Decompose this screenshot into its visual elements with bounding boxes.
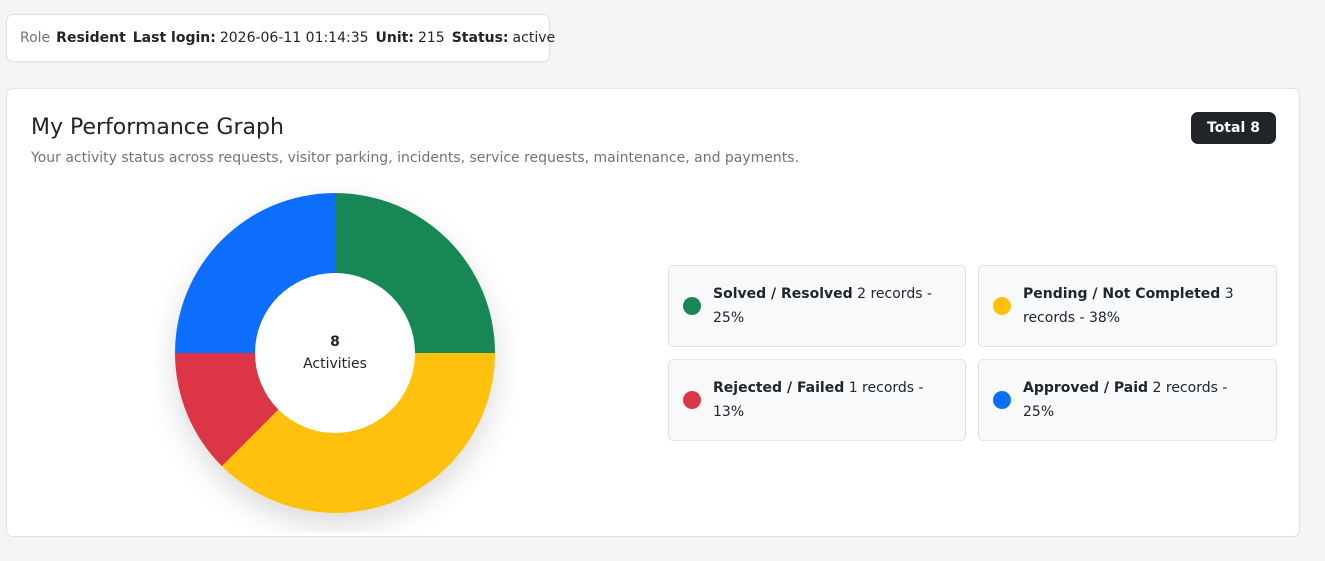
donut-center-number: 8 — [330, 334, 340, 350]
status-label: Status: — [451, 30, 509, 46]
last-login-value: 2026-06-11 01:14:35 — [219, 30, 369, 46]
legend-item-pending: Pending / Not Completed 3 records - 38% — [978, 265, 1277, 347]
total-badge-value: 8 — [1250, 120, 1260, 136]
legend-item-approved: Approved / Paid 2 records - 25% — [978, 359, 1277, 441]
donut-chart: 8 Activities — [155, 173, 515, 533]
role-label: Role — [20, 30, 51, 46]
status-legend: Solved / Resolved 2 records - 25% Pendin… — [668, 265, 1278, 441]
legend-dot-icon — [993, 297, 1011, 315]
legend-dot-icon — [683, 391, 701, 409]
total-badge-label: Total — [1207, 120, 1246, 136]
legend-dot-icon — [993, 391, 1011, 409]
performance-card: My Performance Graph Your activity statu… — [6, 88, 1300, 537]
unit-value: 215 — [417, 30, 445, 46]
status-value: active — [512, 30, 556, 46]
total-badge: Total 8 — [1191, 112, 1276, 144]
donut-center: 8 Activities — [255, 273, 415, 433]
user-info-bar: Role Resident Last login: 2026-06-11 01:… — [6, 14, 555, 62]
legend-name: Rejected / Failed — [713, 380, 845, 396]
legend-item-rejected: Rejected / Failed 1 records - 13% — [668, 359, 966, 441]
legend-dot-icon — [683, 297, 701, 315]
legend-name: Solved / Resolved — [713, 286, 853, 302]
card-subtitle: Your activity status across requests, vi… — [31, 150, 800, 166]
card-title: My Performance Graph — [31, 115, 284, 140]
last-login-label: Last login: — [132, 30, 216, 46]
legend-name: Pending / Not Completed — [1023, 286, 1221, 302]
legend-name: Approved / Paid — [1023, 380, 1149, 396]
legend-item-solved: Solved / Resolved 2 records - 25% — [668, 265, 966, 347]
donut-center-label: Activities — [303, 356, 367, 372]
unit-label: Unit: — [375, 30, 414, 46]
role-value: Resident — [56, 30, 126, 46]
